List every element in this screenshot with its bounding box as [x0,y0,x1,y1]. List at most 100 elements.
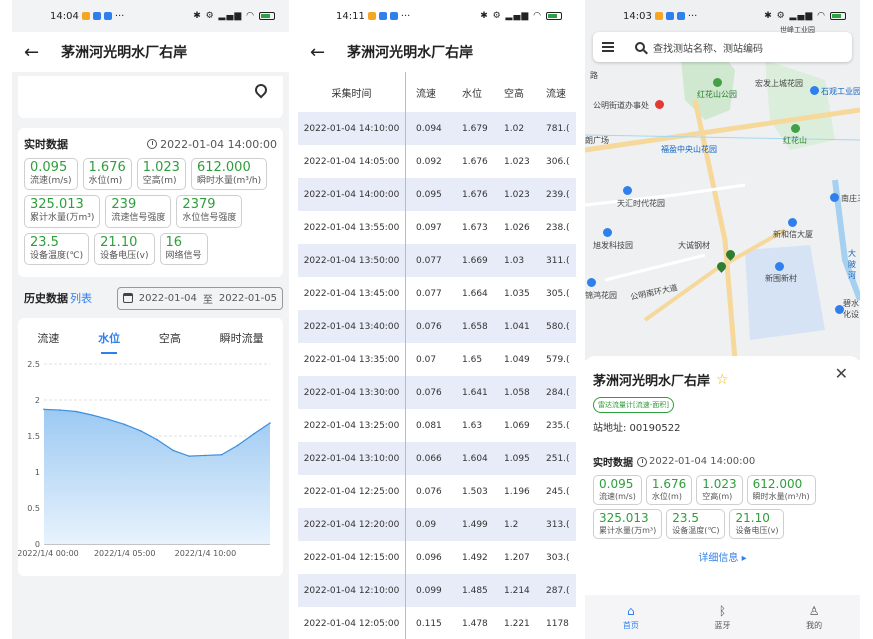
water-level-chart: 0 0.5 1 1.5 2 2.5 2022/1/4 00:00 2022/1/4 05:00… [17,360,271,558]
bluetooth-icon: ᛒ [718,603,727,618]
realtime-card: 实时数据 2022-01-04 14:00:00 0.095 流速(m/s) 1.6… [18,128,283,277]
chip-value: 21.10 [735,510,770,525]
data-point [107,418,110,421]
detail-info-link[interactable]: 详细信息 ▸ [593,549,852,564]
notification-icon [81,12,90,20]
battery-icon [546,12,562,20]
nav-item-1[interactable]: ᛒ 蓝牙 [692,604,752,631]
star-icon[interactable]: ☆ [716,372,729,388]
nav-label: 我的 [806,620,823,630]
tab-2[interactable]: 空高 [159,326,181,354]
table-row[interactable]: 2022-01-04 13:40:00 0.076 1.658 1.041 580.( [298,310,576,343]
nav-item-0[interactable]: ⌂ 首页 [601,604,661,631]
data-point [75,410,78,413]
chip-value: 21.10 [100,234,138,250]
table-cell: 1.207 [504,552,530,563]
chip-value: 1.023 [702,477,737,491]
status-bar: 14:03 ··· ✱ ⚙ ▂▄▆ ◠ [585,0,860,32]
table-cell: 2022-01-04 12:20:00 [298,508,406,541]
status-more: ··· [114,10,125,22]
table-row[interactable]: 2022-01-04 13:10:00 0.066 1.604 1.095 251.( [298,442,576,475]
nav-item-2[interactable]: ♙ 我的 [784,604,844,631]
person-icon: ♙ [808,603,820,618]
table-row[interactable]: 2022-01-04 12:20:00 0.09 1.499 1.2 313.( [298,508,576,541]
realtime-time: 2022-01-04 14:00:00 [147,138,277,151]
history-tabs: 流速 水位 空高 瞬时流量 [18,326,283,354]
table-row[interactable]: 2022-01-04 13:55:00 0.097 1.673 1.026 238.( [298,211,576,244]
column-header[interactable]: 水位 [454,85,498,100]
table-cell: 2022-01-04 13:30:00 [298,376,406,409]
status-time: 14:03 [623,10,652,22]
data-chip: 1.676 水位(m) [645,475,693,505]
table-cell: 1.041 [504,321,530,332]
realtime-title: 实时数据 [593,458,633,469]
table-cell: 0.076 [416,321,442,332]
map-poi: 新和信大厦 [773,230,813,239]
map-poi: 石观工业园 [821,87,860,96]
realtime-chips: 0.095 流速(m/s) 1.676 水位(m) 1.023 空高(m) 612.000 瞬… [24,158,277,265]
signal-icon: ✱ ⚙ ▂▄▆ ◠ [480,11,542,21]
y-tick-label: 1 [35,468,40,477]
chip-value: 325.013 [599,510,649,525]
date-range-picker[interactable]: 2022-01-04 至 2022-01-05 [116,286,283,310]
history-list-link[interactable]: 列表 [70,292,92,305]
table-body[interactable]: 2022-01-04 14:10:00 0.094 1.679 1.02 781.(20… [298,112,576,639]
table-cell: 0.09 [416,519,437,530]
map-poi-icon [623,186,632,195]
table-cell: 1.658 [462,321,488,332]
table-row[interactable]: 2022-01-04 13:35:00 0.07 1.65 1.049 579.( [298,343,576,376]
map-poi: 锦鸿花园 [585,291,617,300]
table-row[interactable]: 2022-01-04 13:45:00 0.077 1.664 1.035 305.( [298,277,576,310]
table-cell: 0.115 [416,618,442,629]
table-row[interactable]: 2022-01-04 13:50:00 0.077 1.669 1.03 311.( [298,244,576,277]
table-cell: 0.097 [416,222,442,233]
x-tick-label: 2022/1/4 10:00 [175,549,237,558]
table-cell: 2022-01-04 12:15:00 [298,541,406,574]
close-icon[interactable]: ✕ [835,364,848,383]
table-row[interactable]: 2022-01-04 14:10:00 0.094 1.679 1.02 781.( [298,112,576,145]
table-row[interactable]: 2022-01-04 14:05:00 0.092 1.676 1.023 306.( [298,145,576,178]
table-cell: 2022-01-04 13:10:00 [298,442,406,475]
table-cell: 1.604 [462,453,488,464]
back-arrow-icon[interactable]: ← [310,42,325,63]
table-cell: 306.( [546,156,570,167]
table-row[interactable]: 2022-01-04 12:25:00 0.076 1.503 1.196 245.( [298,475,576,508]
map-screen: 14:03 ··· ✱ ⚙ ▂▄▆ ◠ 查找测站名称、测站编码 世峰工业园 路 … [585,0,860,639]
map-poi-icon [713,78,722,87]
history-title-text: 历史数据 [24,292,68,306]
column-header[interactable]: 流速 [406,85,454,100]
data-point [236,444,239,447]
menu-icon[interactable] [595,34,621,60]
data-chip: 21.10 设备电压(v) [94,232,155,265]
column-header[interactable]: 流速 [542,85,576,100]
chip-value: 612.000 [752,477,803,491]
table-cell: 1.669 [462,255,488,266]
table-cell: 1.492 [462,552,488,563]
table-cell: 1.03 [504,255,525,266]
tab-3[interactable]: 瞬时流量 [220,326,264,354]
map-poi-icon [810,86,819,95]
tab-1[interactable]: 水位 [98,326,120,354]
search-input[interactable]: 查找测站名称、测站编码 [653,40,763,55]
table-row[interactable]: 2022-01-04 14:00:00 0.095 1.676 1.023 239.( [298,178,576,211]
chip-value: 2379 [182,197,216,213]
table-row[interactable]: 2022-01-04 12:10:00 0.099 1.485 1.214 287.( [298,574,576,607]
back-arrow-icon[interactable]: ← [24,42,39,63]
tab-0[interactable]: 流速 [37,326,59,354]
table-row[interactable]: 2022-01-04 13:30:00 0.076 1.641 1.058 284.( [298,376,576,409]
location-pin-icon[interactable] [252,81,270,99]
column-header[interactable]: 采集时间 [298,72,406,112]
table-cell: 1.2 [504,519,519,530]
table-cell: 1.65 [462,354,483,365]
signal-icon: ✱ ⚙ ▂▄▆ ◠ [764,11,826,21]
map-view[interactable]: 14:03 ··· ✱ ⚙ ▂▄▆ ◠ 查找测站名称、测站编码 世峰工业园 路 … [585,0,860,360]
notification-icon [389,12,398,20]
column-header[interactable]: 空高 [498,85,542,100]
table-cell: 2022-01-04 13:55:00 [298,211,406,244]
table-cell: 1.058 [504,387,530,398]
x-tick-label: 2022/1/4 00:00 [18,549,79,558]
table-row[interactable]: 2022-01-04 12:15:00 0.096 1.492 1.207 303.( [298,541,576,574]
table-row[interactable]: 2022-01-04 12:05:00 0.115 1.478 1.221 1178 [298,607,576,639]
data-chip: 239 流速信号强度 [105,195,172,228]
table-row[interactable]: 2022-01-04 13:25:00 0.081 1.63 1.069 235.( [298,409,576,442]
